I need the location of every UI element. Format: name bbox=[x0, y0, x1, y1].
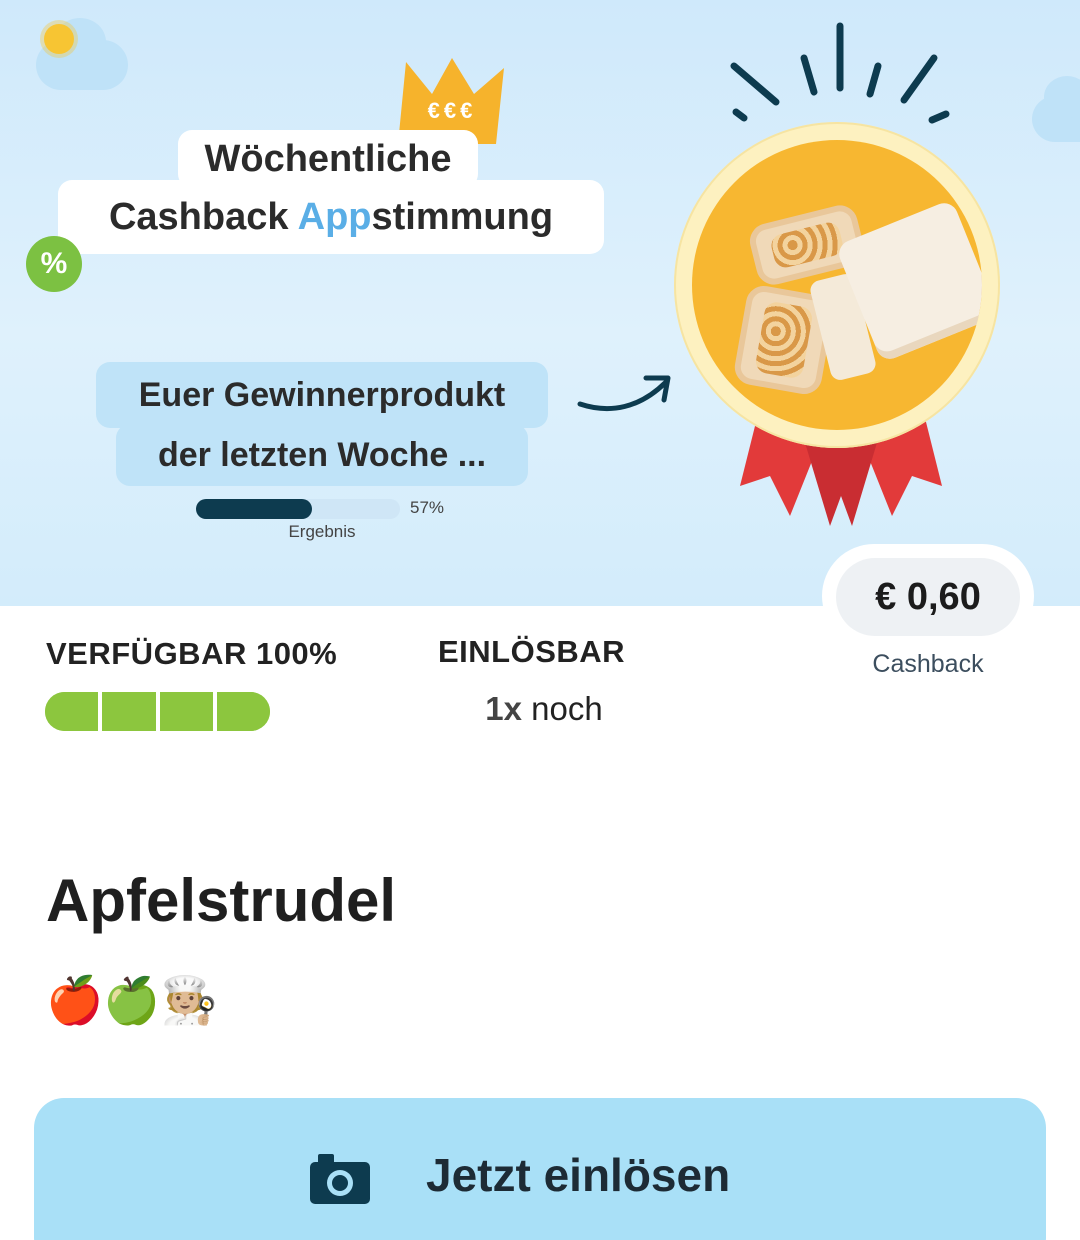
availability-segment bbox=[155, 692, 213, 731]
camera-icon bbox=[310, 1154, 370, 1204]
medal-icon bbox=[674, 122, 1000, 448]
cashback-label: Cashback bbox=[872, 650, 984, 678]
result-progress-fill bbox=[196, 499, 313, 519]
shine-rays-icon bbox=[730, 22, 950, 124]
redeem-button-label: Jetzt einlösen bbox=[426, 1149, 731, 1201]
product-title: Apfelstrudel bbox=[46, 867, 397, 934]
percent-badge-icon: % bbox=[26, 236, 82, 292]
redeemable-label: EINLÖSBAR bbox=[438, 634, 626, 669]
crown-euro-text: €€€ bbox=[427, 98, 477, 123]
cashback-badge: € 0,60 bbox=[822, 544, 1034, 648]
arrow-right-icon bbox=[577, 375, 671, 412]
redeem-now-button[interactable]: Jetzt einlösen bbox=[34, 1098, 1046, 1240]
result-percent: 57% bbox=[410, 498, 445, 517]
availability-label: VERFÜGBAR 100% bbox=[46, 636, 338, 671]
availability-bar bbox=[45, 692, 270, 731]
banner-title-accent: App bbox=[297, 196, 372, 238]
product-image bbox=[692, 140, 982, 430]
cashback-amount: € 0,60 bbox=[836, 558, 1020, 636]
result-label: Ergebnis bbox=[288, 522, 356, 541]
availability-segment bbox=[45, 692, 99, 731]
sun-icon bbox=[44, 24, 74, 54]
availability-segment bbox=[98, 692, 156, 731]
winner-text-line1: Euer Gewinnerprodukt bbox=[96, 362, 548, 428]
banner-title-line2: Cashback Appstimmung bbox=[58, 180, 604, 254]
result-progress-bar bbox=[196, 499, 400, 519]
promo-banner[interactable]: €€€ Wöchentliche Cashback Appstimmung % … bbox=[0, 0, 1080, 606]
cloud-decoration bbox=[1032, 76, 1080, 142]
redeemable-count: 1x noch bbox=[485, 690, 603, 727]
winner-text-line2: der letzten Woche ... bbox=[116, 424, 528, 486]
availability-segment bbox=[212, 692, 270, 731]
product-emoji-tags: 🍎🍏🧑🏼‍🍳 bbox=[46, 973, 218, 1027]
